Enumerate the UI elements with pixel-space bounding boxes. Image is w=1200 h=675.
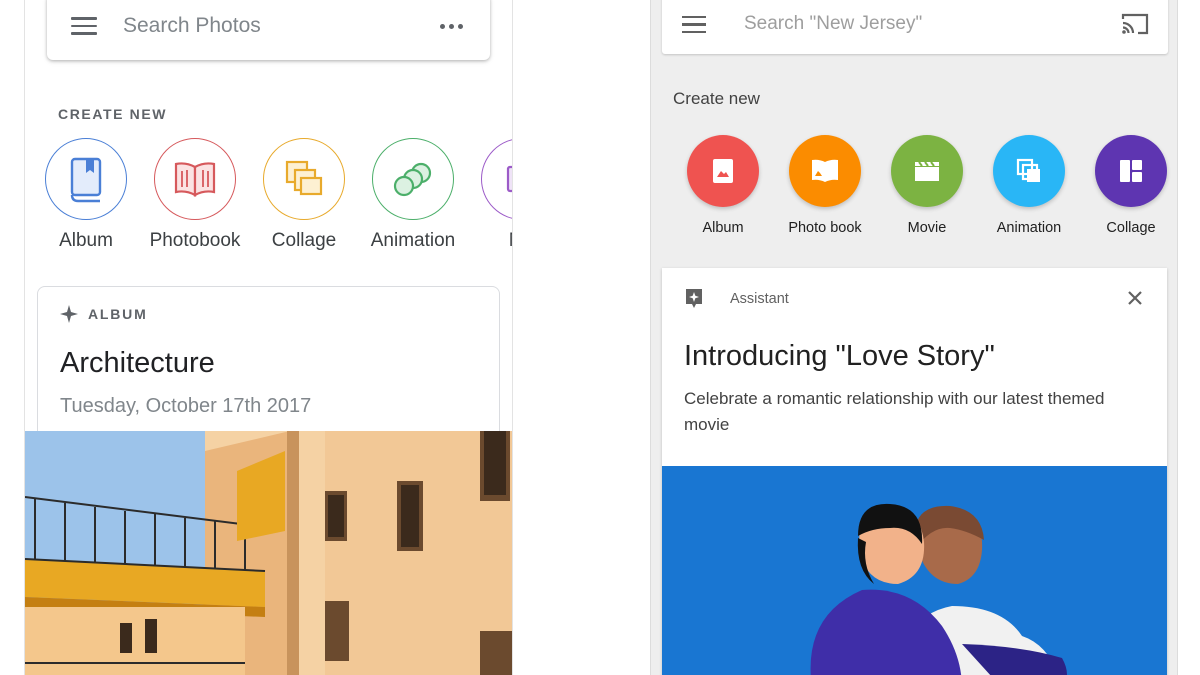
create-animation-button[interactable]: Animation bbox=[358, 138, 468, 252]
animation-icon bbox=[393, 162, 432, 197]
card-title: Introducing "Love Story" bbox=[684, 340, 995, 372]
cast-icon[interactable] bbox=[1120, 12, 1150, 36]
sparkle-icon bbox=[60, 305, 78, 323]
menu-icon[interactable] bbox=[71, 17, 97, 37]
photo-icon bbox=[713, 159, 733, 183]
love-story-illustration bbox=[662, 466, 1167, 675]
card-type-label: Assistant bbox=[730, 291, 789, 307]
book-icon bbox=[70, 157, 102, 203]
collage-icon bbox=[1120, 160, 1142, 182]
create-album-button[interactable]: Album bbox=[673, 135, 773, 236]
create-movie-label: Movie bbox=[907, 220, 947, 236]
create-photobook-button[interactable]: Photobook bbox=[140, 138, 250, 252]
right-phone-screen: Search "New Jersey" Create new Album Pho… bbox=[650, 0, 1178, 675]
more-options-icon[interactable] bbox=[440, 16, 464, 36]
create-album-button[interactable]: Album bbox=[31, 138, 141, 252]
search-input[interactable]: Search "New Jersey" bbox=[744, 13, 922, 35]
create-animation-label: Animation bbox=[996, 220, 1062, 236]
book-icon bbox=[812, 159, 838, 182]
create-collage-label: Collage bbox=[271, 230, 337, 251]
create-album-label: Album bbox=[59, 230, 113, 251]
create-animation-label: Animation bbox=[370, 230, 456, 251]
create-new-heading: CREATE NEW bbox=[58, 106, 168, 122]
collage-icon bbox=[285, 160, 323, 196]
create-photo-book-label: Photo book bbox=[788, 220, 862, 236]
create-album-label: Album bbox=[702, 220, 744, 236]
search-input[interactable]: Search Photos bbox=[123, 14, 261, 38]
movie-icon bbox=[506, 165, 512, 193]
create-animation-button[interactable]: Animation bbox=[979, 135, 1079, 236]
menu-icon[interactable] bbox=[682, 16, 706, 34]
architecture-photo[interactable] bbox=[25, 431, 512, 675]
assistant-card[interactable]: Assistant Introducing "Love Story" Celeb… bbox=[662, 268, 1167, 675]
create-photobook-label: Photobook bbox=[149, 230, 241, 251]
clapper-icon bbox=[915, 161, 939, 181]
open-book-icon bbox=[174, 162, 216, 197]
create-movie-button[interactable]: Mo bbox=[467, 138, 512, 252]
card-type-label: ALBUM bbox=[88, 306, 148, 322]
create-new-heading: Create new bbox=[673, 89, 760, 108]
create-collage-button[interactable]: Collage bbox=[1081, 135, 1177, 236]
close-icon[interactable] bbox=[1125, 288, 1145, 308]
left-phone-screen: Search Photos CREATE NEW Album Photobook bbox=[24, 0, 513, 675]
search-bar[interactable]: Search Photos bbox=[47, 0, 490, 60]
search-bar[interactable]: Search "New Jersey" bbox=[662, 0, 1168, 54]
animation-icon bbox=[1016, 158, 1040, 182]
create-movie-button[interactable]: Movie bbox=[877, 135, 977, 236]
create-collage-button[interactable]: Collage bbox=[249, 138, 359, 252]
create-photo-book-button[interactable]: Photo book bbox=[775, 135, 875, 236]
create-movie-label: Mo bbox=[467, 230, 512, 252]
album-date: Tuesday, October 17th 2017 bbox=[60, 395, 312, 417]
card-description: Celebrate a romantic relationship with o… bbox=[684, 389, 1105, 434]
create-collage-label: Collage bbox=[1106, 220, 1156, 236]
album-title: Architecture bbox=[60, 347, 215, 379]
assistant-icon bbox=[686, 289, 702, 308]
